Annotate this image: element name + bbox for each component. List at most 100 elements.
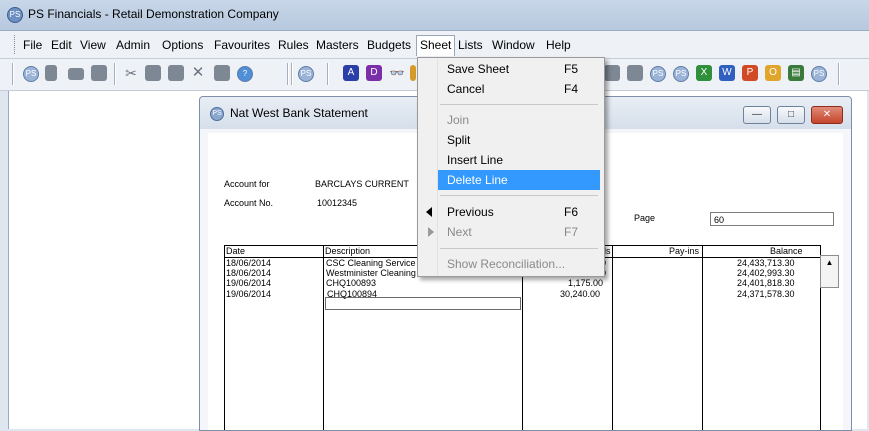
copy-icon[interactable]	[145, 65, 161, 81]
save-sheet-shortcut: F5	[563, 62, 578, 76]
menu-item-previous[interactable]: Previous F6	[438, 202, 600, 222]
child-app-icon: PS	[210, 107, 224, 121]
menu-item-insert-line[interactable]: Insert Line	[438, 150, 600, 170]
row-4-description[interactable]: CHQ100894	[327, 289, 377, 299]
round-icon-2[interactable]: PS	[673, 66, 689, 82]
menu-item-next[interactable]: Next F7	[438, 222, 600, 242]
paste-icon[interactable]	[168, 65, 184, 81]
show-reconciliation-label: Show Reconciliation...	[447, 257, 566, 271]
print-icon[interactable]	[214, 65, 230, 81]
menu-item-split[interactable]: Split	[438, 130, 600, 150]
round-icon-1[interactable]: PS	[650, 66, 666, 82]
previous-shortcut: F6	[563, 205, 578, 219]
menu-window[interactable]: Window	[489, 37, 538, 53]
toolbar-separator	[291, 63, 293, 85]
menu-masters[interactable]: Masters	[313, 37, 362, 53]
binoculars-icon[interactable]: 👓	[389, 65, 405, 81]
toolbar-separator	[114, 63, 116, 85]
account-for-label: Account for	[224, 179, 270, 189]
menu-budgets[interactable]: Budgets	[364, 37, 414, 53]
grid-scroll-up-button[interactable]: ▲	[820, 255, 839, 288]
row-1-date[interactable]: 18/06/2014	[226, 258, 271, 268]
account-no-value: 10012345	[317, 198, 358, 208]
note-icon[interactable]	[410, 65, 416, 81]
round-icon-3[interactable]: PS	[811, 66, 827, 82]
menu-item-save-sheet[interactable]: Save Sheet F5	[438, 59, 600, 79]
window-title: PS Financials - Retail Demonstration Com…	[28, 7, 279, 21]
d-icon[interactable]: D	[366, 65, 382, 81]
row-1-description[interactable]: CSC Cleaning Service	[326, 258, 416, 268]
row-3-withdrawals[interactable]: 1,175.00	[568, 278, 603, 288]
menubar-grip	[14, 35, 18, 54]
menu-admin[interactable]: Admin	[113, 37, 153, 53]
save-icon[interactable]	[91, 65, 107, 81]
window-titlebar: PS PS Financials - Retail Demonstration …	[0, 0, 869, 31]
toolbar-separator	[838, 63, 840, 85]
menu-options[interactable]: Options	[159, 37, 206, 53]
menu-item-cancel[interactable]: Cancel F4	[438, 79, 600, 99]
menu-item-show-reconciliation[interactable]: Show Reconciliation...	[438, 254, 600, 274]
grid-col-line	[702, 245, 703, 430]
delete-icon[interactable]: ✕	[190, 65, 206, 81]
insert-line-label: Insert Line	[447, 153, 504, 167]
menu-rules[interactable]: Rules	[275, 37, 312, 53]
next-shortcut: F7	[563, 225, 578, 239]
folder-icon[interactable]	[68, 68, 84, 80]
grid-col-line	[612, 245, 613, 430]
row-1-balance[interactable]: 24,433,713.30	[737, 258, 795, 268]
row-3-description[interactable]: CHQ100893	[326, 278, 376, 288]
child-title: Nat West Bank Statement	[230, 106, 368, 120]
previous-arrow-icon	[426, 207, 432, 217]
menu-help[interactable]: Help	[543, 37, 574, 53]
home-icon[interactable]: PS	[23, 66, 39, 82]
chart-icon[interactable]: ▤	[788, 65, 804, 81]
menu-file[interactable]: File	[20, 37, 45, 53]
menu-favourites[interactable]: Favourites	[211, 37, 273, 53]
cut-icon[interactable]: ✂	[123, 65, 139, 81]
sheet-menu-dropdown: Save Sheet F5 Cancel F4 Join Split Inser…	[417, 57, 605, 277]
row-3-balance[interactable]: 24,401,818.30	[737, 278, 795, 288]
row-4-date[interactable]: 19/06/2014	[226, 289, 271, 299]
scan-icon[interactable]	[627, 65, 643, 81]
menu-lists[interactable]: Lists	[455, 37, 486, 53]
row-4-withdrawals[interactable]: 30,240.00	[560, 289, 600, 299]
row-2-date[interactable]: 18/06/2014	[226, 268, 271, 278]
a-icon[interactable]: A	[343, 65, 359, 81]
menu-view[interactable]: View	[77, 37, 109, 53]
app-round-icon[interactable]: PS	[298, 66, 314, 82]
row-3-date[interactable]: 19/06/2014	[226, 278, 271, 288]
menu-gutter	[418, 58, 438, 276]
menu-item-delete-line[interactable]: Delete Line	[438, 170, 600, 190]
previous-label: Previous	[447, 205, 494, 219]
header-description: Description	[325, 246, 371, 256]
table-icon[interactable]	[604, 65, 620, 81]
cancel-shortcut: F4	[563, 82, 578, 96]
word-icon[interactable]: W	[719, 65, 735, 81]
document-icon[interactable]	[45, 65, 57, 81]
grid-col-line	[224, 245, 225, 430]
help-icon[interactable]: ?	[237, 66, 253, 82]
row-2-balance[interactable]: 24,402,993.30	[737, 268, 795, 278]
cancel-label: Cancel	[447, 82, 485, 96]
header-balance: Balance	[770, 246, 803, 256]
menu-separator	[440, 195, 598, 196]
split-label: Split	[447, 133, 471, 147]
outlook-icon[interactable]: O	[765, 65, 781, 81]
delete-line-label: Delete Line	[447, 173, 508, 187]
page-label: Page	[634, 213, 656, 223]
powerpoint-icon[interactable]: P	[742, 65, 758, 81]
account-no-label: Account No.	[224, 198, 274, 208]
menu-item-join[interactable]: Join	[438, 110, 600, 130]
menu-separator	[440, 104, 598, 105]
row-2-description[interactable]: Westminister Cleaning	[326, 268, 416, 278]
account-for-value: BARCLAYS CURRENT	[315, 179, 409, 189]
toolbar-separator	[287, 63, 289, 85]
menu-edit[interactable]: Edit	[48, 37, 75, 53]
menu-sheet[interactable]: Sheet	[416, 35, 456, 56]
excel-icon[interactable]: X	[696, 65, 712, 81]
minimize-button[interactable]: —	[743, 106, 771, 124]
row-4-balance[interactable]: 24,371,578.30	[737, 289, 795, 299]
close-button[interactable]: ✕	[811, 106, 843, 124]
page-field[interactable]: 60	[710, 212, 834, 226]
restore-button[interactable]: □	[777, 106, 805, 124]
